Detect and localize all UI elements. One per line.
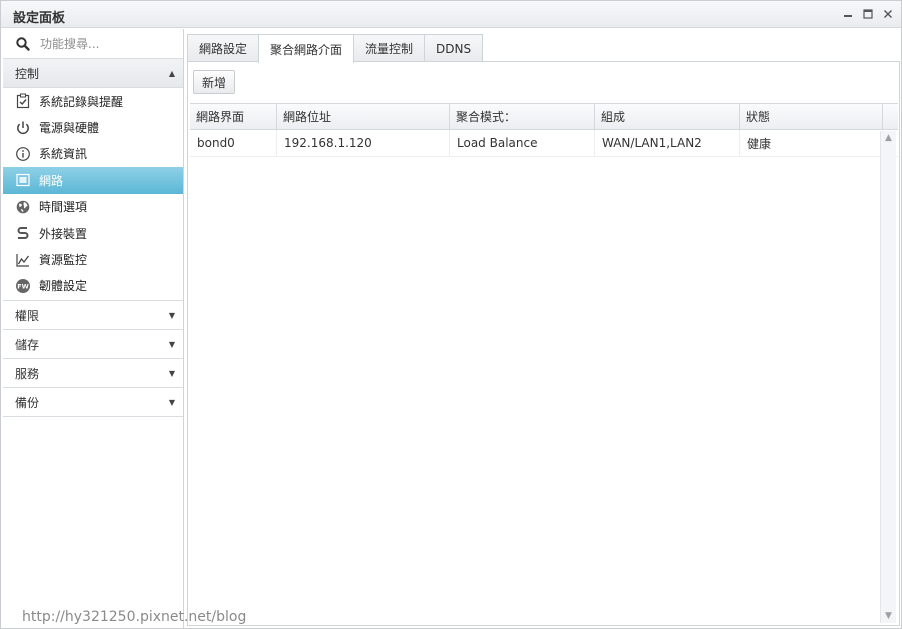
section-privilege[interactable]: 權限 ▼ [3, 301, 183, 331]
sidebar-item-label: 電源與硬體 [39, 121, 100, 136]
sidebar-item-label: 網路 [39, 173, 64, 188]
section-storage[interactable]: 儲存 ▼ [3, 330, 183, 360]
section-label: 控制 [15, 66, 40, 81]
cell-address: 192.168.1.120 [277, 130, 450, 156]
column-header-interface[interactable]: 網路界面 [190, 104, 277, 129]
sidebar-item-power[interactable]: 電源與硬體 [3, 114, 183, 140]
sidebar-item-time[interactable]: 時間選項 [3, 194, 183, 220]
cell-interface: bond0 [190, 130, 277, 156]
tab-ddns[interactable]: DDNS [424, 34, 484, 62]
title-bar: 設定面板 [1, 1, 901, 28]
sidebar-item-firmware[interactable]: FW 韌體設定 [3, 273, 183, 299]
aggregation-table: 網路界面 網路位址 聚合模式： 組成 狀態 bond0 192.168.1.12… [190, 103, 898, 624]
section-backup[interactable]: 備份 ▼ [3, 388, 183, 418]
sidebar: 控制 ▲ 系統記錄與提醒 電源與硬體 系統資訊 [3, 29, 184, 628]
sidebar-item-external-devices[interactable]: 外接裝置 [3, 220, 183, 246]
scroll-up-icon[interactable]: ▲ [881, 131, 896, 145]
search-box [3, 29, 183, 59]
sidebar-item-label: 系統資訊 [39, 147, 88, 162]
cell-mode: Load Balance [450, 130, 595, 156]
section-services[interactable]: 服務 ▼ [3, 359, 183, 389]
settings-window: 設定面板 控制 ▲ [0, 0, 902, 629]
sidebar-item-label: 資源監控 [39, 253, 88, 268]
vertical-scrollbar[interactable]: ▲ ▼ [880, 131, 896, 623]
section-label: 服務 [15, 366, 40, 381]
section-label: 權限 [15, 308, 40, 323]
search-input[interactable] [40, 36, 170, 51]
control-items: 系統記錄與提醒 電源與硬體 系統資訊 網路 時間選項 外接裝置 資源監控 FW … [3, 88, 183, 302]
usb-icon [15, 225, 31, 241]
tab-network-settings[interactable]: 網路設定 [187, 34, 260, 62]
add-button[interactable]: 新增 [193, 70, 236, 94]
chevron-down-icon: ▼ [168, 397, 175, 407]
chevron-down-icon: ▼ [168, 339, 175, 349]
sidebar-item-network[interactable]: 網路 [3, 167, 183, 194]
section-label: 備份 [15, 395, 40, 410]
table-row[interactable]: bond0 192.168.1.120 Load Balance WAN/LAN… [190, 130, 898, 157]
cell-members: WAN/LAN1,LAN2 [595, 130, 740, 156]
window-title: 設定面板 [13, 11, 66, 26]
tab-traffic-control[interactable]: 流量控制 [353, 34, 426, 62]
sidebar-item-system-info[interactable]: 系統資訊 [3, 141, 183, 167]
column-header-status[interactable]: 狀態 [740, 104, 883, 129]
column-header-address[interactable]: 網路位址 [277, 104, 450, 129]
chevron-up-icon: ▲ [168, 68, 175, 78]
sidebar-item-label: 時間選項 [39, 200, 88, 215]
toolbar: 新增 [188, 62, 899, 102]
minimize-icon[interactable] [841, 6, 855, 22]
table-header: 網路界面 網路位址 聚合模式： 組成 狀態 [190, 103, 898, 130]
column-header-spacer [883, 104, 898, 129]
firmware-icon: FW [15, 278, 31, 294]
sidebar-item-label: 外接裝置 [39, 226, 88, 241]
tab-link-aggregation[interactable]: 聚合網路介面 [258, 34, 355, 63]
close-icon[interactable] [881, 6, 895, 22]
chevron-down-icon: ▼ [168, 310, 175, 320]
watermark-text: http://hy321250.pixnet.net/blog [22, 609, 247, 625]
main-content: 網路設定 聚合網路介面 流量控制 DDNS 新增 網路界面 網路位址 聚合模式：… [187, 34, 900, 626]
sidebar-item-resource-monitor[interactable]: 資源監控 [3, 246, 183, 272]
maximize-icon[interactable] [861, 6, 875, 22]
line-chart-icon [15, 252, 31, 268]
svg-text:FW: FW [17, 283, 29, 291]
cell-status: 健康 [740, 130, 883, 156]
scroll-down-icon[interactable]: ▼ [881, 609, 896, 623]
section-control[interactable]: 控制 ▲ [3, 59, 183, 88]
chevron-down-icon: ▼ [168, 368, 175, 378]
sidebar-item-label: 系統記錄與提醒 [39, 94, 124, 109]
tab-panel: 新增 網路界面 網路位址 聚合模式： 組成 狀態 bond0 192.168.1… [187, 61, 900, 626]
network-icon [15, 172, 31, 188]
info-icon [15, 146, 31, 162]
tab-bar: 網路設定 聚合網路介面 流量控制 DDNS [187, 34, 484, 63]
section-label: 儲存 [15, 337, 40, 352]
column-header-mode[interactable]: 聚合模式： [450, 104, 595, 129]
clipboard-check-icon [15, 93, 31, 109]
sidebar-item-system-log[interactable]: 系統記錄與提醒 [3, 88, 183, 114]
power-icon [15, 120, 31, 136]
window-controls [841, 6, 895, 22]
column-header-members[interactable]: 組成 [595, 104, 740, 129]
globe-clock-icon [15, 199, 31, 215]
sidebar-item-label: 韌體設定 [39, 279, 88, 294]
search-icon [15, 36, 31, 52]
